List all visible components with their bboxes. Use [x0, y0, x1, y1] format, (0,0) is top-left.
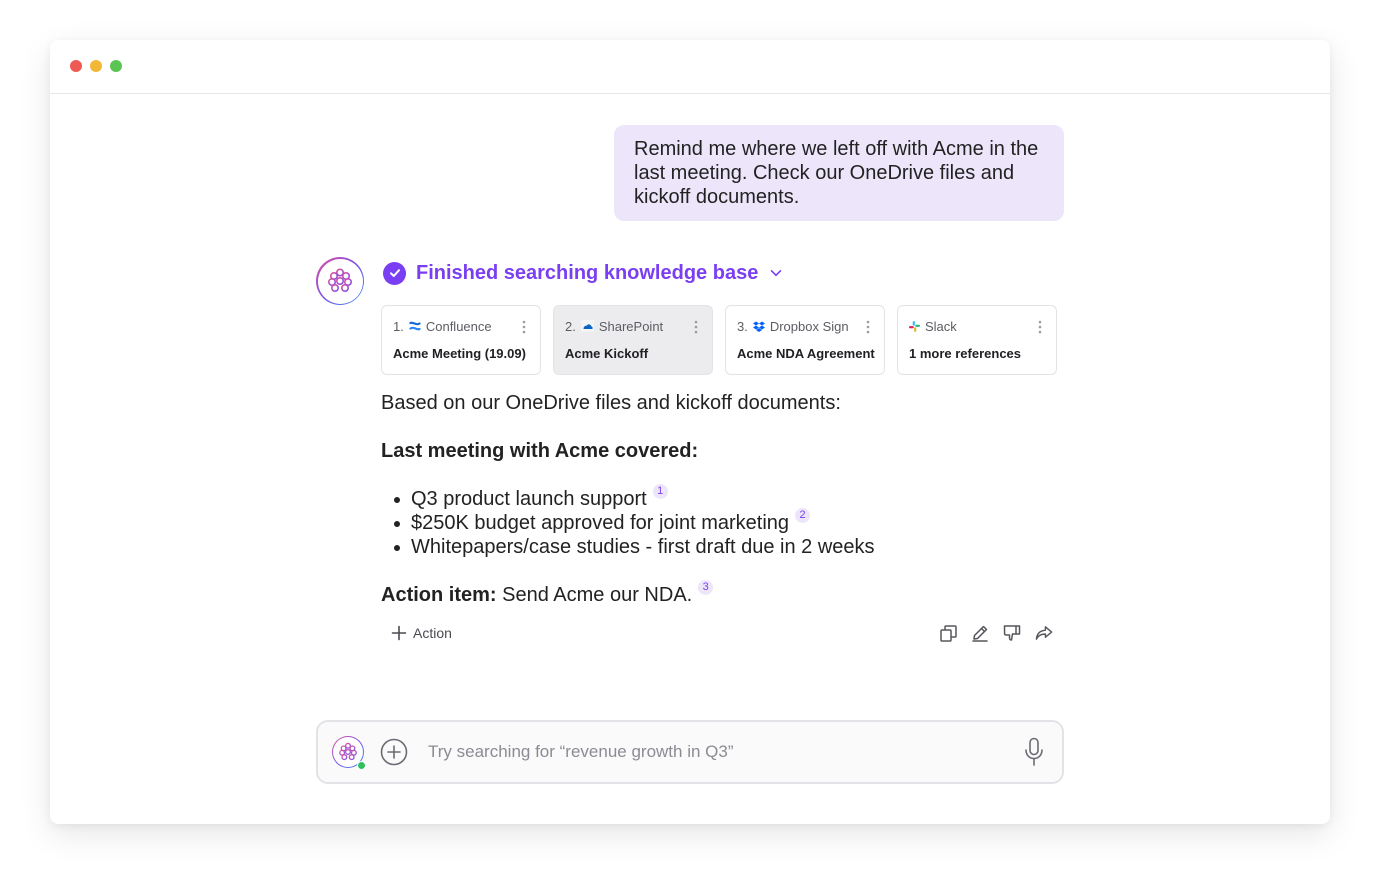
message-actions: Action — [381, 621, 1057, 645]
action-item: Action item: Send Acme our NDA. 3 — [381, 580, 1081, 607]
app-window: Remind me where we left off with Acme in… — [50, 40, 1330, 824]
list-item: $250K budget approved for joint marketin… — [381, 508, 1081, 535]
maximize-window-button[interactable] — [110, 60, 122, 72]
brain-icon — [339, 742, 357, 761]
add-action-button[interactable]: Action — [381, 625, 452, 641]
more-options-icon[interactable] — [694, 320, 698, 339]
thumbs-down-icon[interactable] — [1003, 624, 1021, 642]
title-bar — [50, 40, 1330, 94]
chat-input[interactable] — [428, 742, 1022, 762]
slack-icon — [909, 320, 920, 332]
answer-bullets: Q3 product launch support 1 $250K budget … — [381, 484, 1081, 559]
answer-intro: Based on our OneDrive files and kickoff … — [381, 392, 841, 414]
reference-cards: 1. Confluence Acme Meeting (19.09) 2. Sh… — [381, 305, 1057, 375]
user-message: Remind me where we left off with Acme in… — [614, 125, 1064, 221]
more-options-icon[interactable] — [522, 320, 526, 339]
edit-icon[interactable] — [971, 624, 989, 642]
citation-badge[interactable]: 2 — [795, 508, 811, 523]
citation-badge[interactable]: 3 — [698, 580, 714, 595]
assistant-avatar-small — [332, 736, 366, 770]
status-text: Finished searching knowledge base — [416, 261, 759, 284]
reference-card-dropbox-sign[interactable]: 3. Dropbox Sign Acme NDA Agreement — [725, 305, 885, 375]
chevron-down-icon[interactable] — [770, 269, 782, 277]
assistant-avatar — [316, 257, 364, 305]
reference-source: Slack — [925, 318, 957, 334]
list-item: Q3 product launch support 1 — [381, 484, 1081, 511]
more-options-icon[interactable] — [866, 320, 870, 339]
assistant-answer: Based on our OneDrive files and kickoff … — [381, 391, 1081, 607]
chat-composer — [316, 720, 1064, 784]
reference-title: Acme Meeting (19.09) — [393, 346, 526, 361]
copy-icon[interactable] — [939, 624, 957, 642]
reference-title: Acme NDA Agreement — [737, 346, 875, 361]
plus-icon — [391, 625, 407, 641]
sharepoint-icon — [580, 320, 594, 332]
answer-heading: Last meeting with Acme covered: — [381, 440, 699, 462]
reference-index: 3. — [737, 318, 748, 334]
list-item: Whitepapers/case studies - first draft d… — [381, 535, 1081, 559]
dropbox-icon — [752, 321, 765, 332]
reference-index: 1. — [393, 318, 404, 334]
reference-source: Confluence — [425, 318, 492, 334]
reference-card-sharepoint[interactable]: 2. SharePoint Acme Kickoff — [553, 305, 713, 375]
reference-source: SharePoint — [598, 318, 664, 334]
bullet-text: $250K budget approved for joint marketin… — [411, 512, 790, 534]
add-action-label: Action — [413, 625, 452, 641]
close-window-button[interactable] — [70, 60, 82, 72]
reference-title: 1 more references — [909, 346, 1022, 361]
citation-badge[interactable]: 1 — [652, 484, 668, 499]
microphone-icon[interactable] — [1022, 737, 1046, 767]
reference-card-confluence[interactable]: 1. Confluence Acme Meeting (19.09) — [381, 305, 541, 375]
reference-index: 2. — [565, 318, 576, 334]
online-status-dot — [357, 761, 366, 770]
reference-title: Acme Kickoff — [565, 346, 649, 361]
bullet-text: Q3 product launch support — [411, 488, 647, 510]
action-item-label: Action item: — [381, 584, 497, 606]
share-icon[interactable] — [1035, 624, 1053, 642]
check-circle-icon — [383, 261, 406, 285]
minimize-window-button[interactable] — [90, 60, 102, 72]
attach-button[interactable] — [380, 738, 408, 766]
confluence-icon — [409, 321, 421, 331]
search-status[interactable]: Finished searching knowledge base — [383, 261, 782, 285]
more-options-icon[interactable] — [1038, 320, 1042, 339]
action-item-text: Send Acme our NDA. — [502, 584, 693, 606]
bullet-text: Whitepapers/case studies - first draft d… — [411, 536, 875, 558]
plus-circle-icon — [380, 738, 408, 766]
reference-source: Dropbox Sign — [769, 318, 849, 334]
brain-icon — [327, 268, 352, 293]
reference-card-slack[interactable]: Slack 1 more references — [897, 305, 1057, 375]
